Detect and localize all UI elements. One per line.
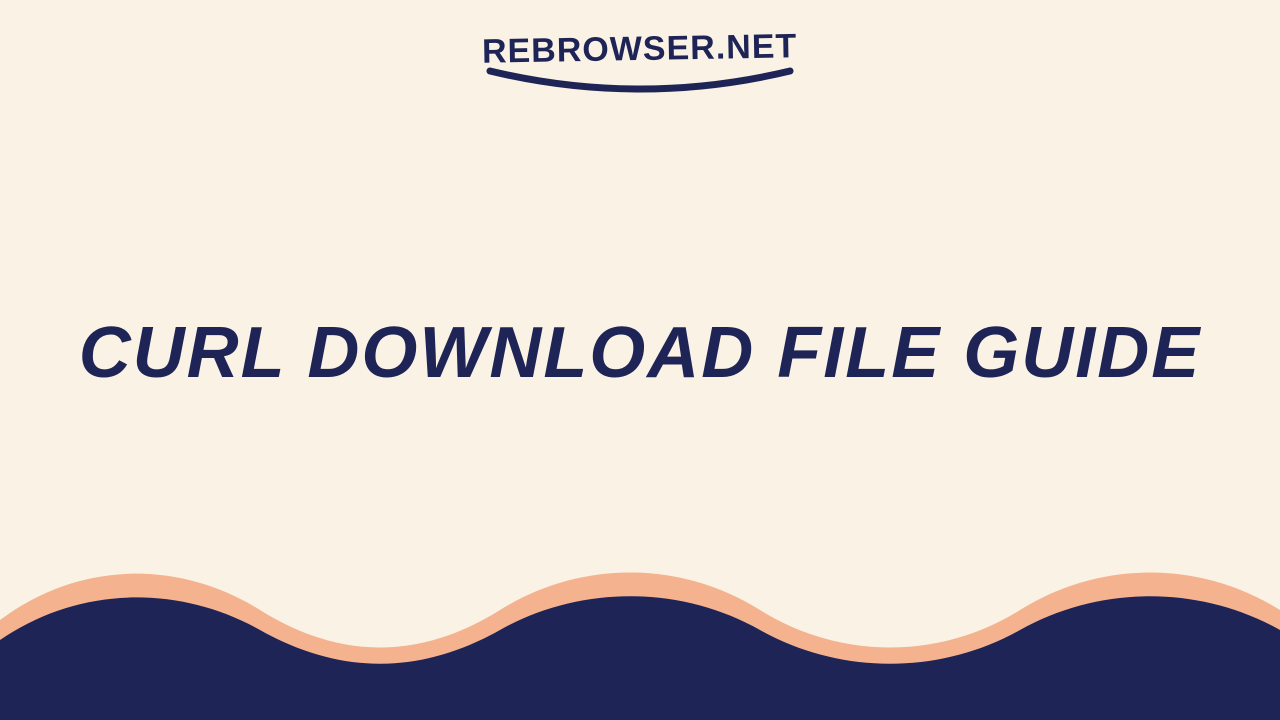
page-title: CURL DOWNLOAD FILE GUIDE — [0, 312, 1280, 394]
brand-block: REBROWSER.NET — [480, 30, 800, 95]
wave-decoration — [0, 540, 1280, 720]
wave-navy — [0, 570, 1280, 720]
brand-name: REBROWSER.NET — [482, 27, 798, 71]
